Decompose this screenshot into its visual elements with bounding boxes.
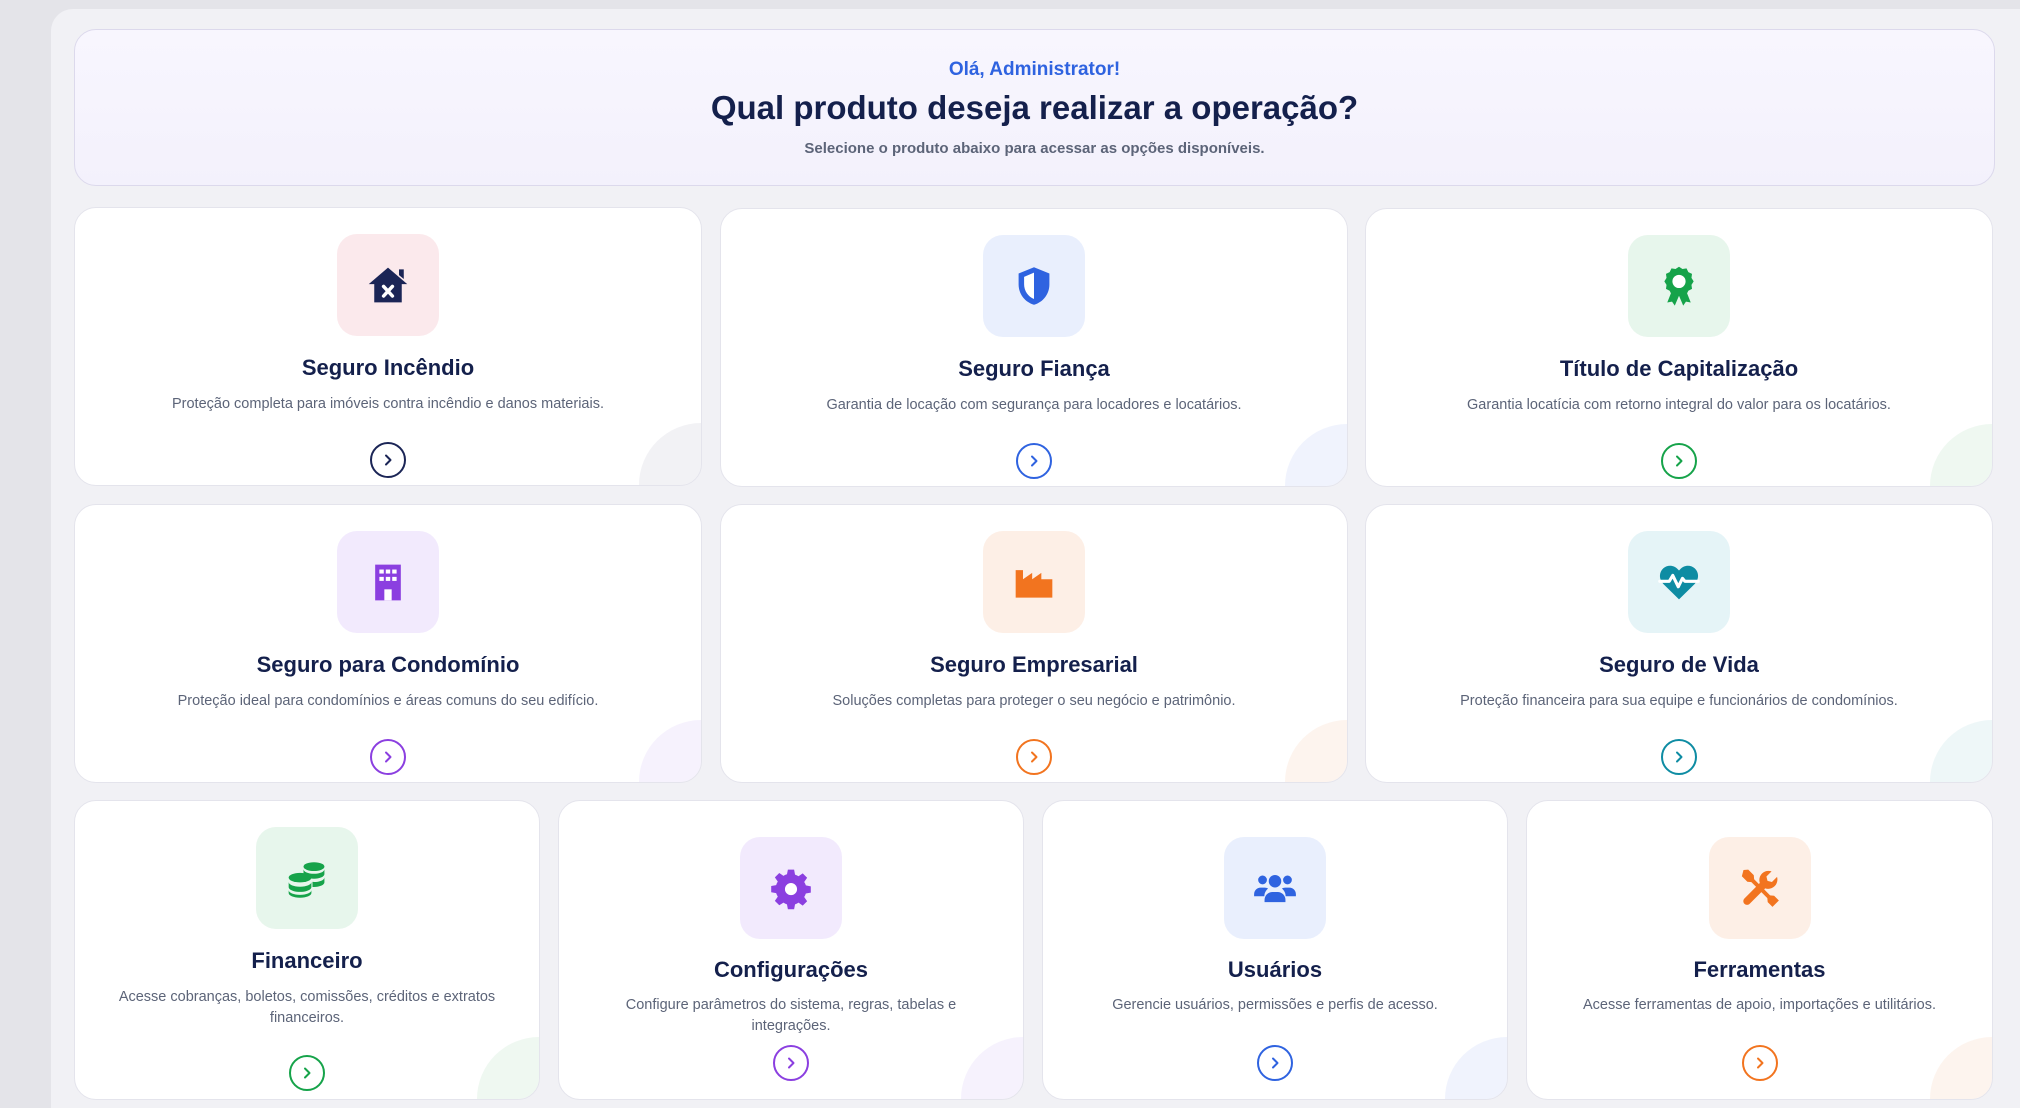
page-title: Qual produto deseja realizar a operação? [710, 89, 1359, 126]
card-description: Configure parâmetros do sistema, regras,… [625, 997, 957, 1034]
product-card-seguro-fianca[interactable]: Seguro Fiança Garantia de locação com se… [720, 208, 1348, 487]
product-card-seguro-incendio[interactable]: Seguro Incêndio Proteção completa para i… [74, 207, 702, 486]
card-description: Acesse ferramentas de apoio, importações… [1582, 997, 1936, 1013]
open-seguro-vida-button[interactable] [1661, 739, 1697, 775]
card-title: Seguro Empresarial [930, 652, 1138, 677]
chevron-right-icon [304, 1067, 311, 1079]
card-icon-box [256, 827, 358, 929]
chevron-right-icon [1676, 751, 1683, 763]
product-card-titulo-capitalizacao[interactable]: Título de Capitalização Garantia locatíc… [1365, 208, 1993, 487]
users-icon [1254, 874, 1296, 903]
chevron-right-icon [1756, 1057, 1763, 1069]
open-usuarios-button[interactable] [1257, 1045, 1293, 1081]
card-title: Usuários [1227, 957, 1323, 982]
greeting-text: Olá, Administrator! [948, 59, 1121, 80]
card-description: Proteção financeira para sua equipe e fu… [1460, 693, 1898, 709]
card-icon-box [337, 531, 439, 633]
house-fire-icon [368, 267, 408, 303]
open-titulo-capitalizacao-button[interactable] [1661, 443, 1697, 479]
heart-pulse-icon [1658, 565, 1700, 600]
card-decoration [639, 720, 701, 782]
card-description: Proteção ideal para condomínios e áreas … [177, 693, 599, 709]
open-configuracoes-button[interactable] [773, 1045, 809, 1081]
card-icon-box [983, 235, 1085, 337]
welcome-header: Olá, Administrator! Qual produto deseja … [74, 29, 1995, 186]
open-financeiro-button[interactable] [289, 1055, 325, 1091]
card-icon-box [1628, 235, 1730, 337]
card-icon-box [983, 531, 1085, 633]
card-title: Seguro Fiança [958, 356, 1110, 381]
card-decoration [1930, 720, 1992, 782]
open-seguro-incendio-button[interactable] [370, 442, 406, 478]
card-title: Seguro de Vida [1599, 652, 1759, 677]
card-decoration [1930, 1037, 1992, 1099]
open-seguro-empresarial-button[interactable] [1016, 739, 1052, 775]
card-decoration [1285, 720, 1347, 782]
card-decoration [1445, 1037, 1507, 1099]
card-description: Garantia locatícia com retorno integral … [1467, 397, 1891, 413]
open-ferramentas-button[interactable] [1741, 1045, 1778, 1081]
open-seguro-fianca-button[interactable] [1016, 443, 1052, 479]
card-description: Garantia de locação com segurança para l… [826, 397, 1242, 413]
tools-icon [1741, 869, 1779, 907]
card-title: Configurações [713, 957, 869, 982]
card-decoration [961, 1037, 1023, 1099]
product-card-configuracoes[interactable]: Configurações Configure parâmetros do si… [558, 800, 1024, 1100]
chevron-right-icon [385, 751, 392, 763]
product-card-usuarios[interactable]: Usuários Gerencie usuários, permissões e… [1042, 800, 1508, 1100]
chevron-right-icon [1676, 455, 1683, 467]
gear-icon [771, 869, 811, 910]
card-icon-box [1628, 531, 1730, 633]
open-seguro-condominio-button[interactable] [370, 739, 406, 775]
award-ribbon-icon [1664, 266, 1694, 306]
product-card-seguro-condominio[interactable]: Seguro para Condomínio Proteção ideal pa… [74, 504, 702, 783]
card-title: Seguro para Condomínio [256, 652, 520, 677]
chevron-right-icon [385, 454, 392, 466]
card-title: Seguro Incêndio [301, 355, 475, 380]
card-icon-box [740, 837, 842, 939]
card-title: Ferramentas [1693, 957, 1826, 982]
card-description: Soluções completas para proteger o seu n… [832, 693, 1236, 709]
factory-icon [1015, 570, 1053, 598]
card-title: Financeiro [251, 948, 363, 973]
building-icon [375, 564, 401, 601]
coins-icon [288, 862, 325, 898]
card-decoration [1285, 424, 1347, 486]
card-decoration [1930, 424, 1992, 486]
card-decoration [477, 1037, 539, 1099]
card-description: Acesse cobranças, boletos, comissões, cr… [118, 989, 496, 1026]
product-card-seguro-empresarial[interactable]: Seguro Empresarial Soluções completas pa… [720, 504, 1348, 783]
card-title: Título de Capitalização [1559, 356, 1799, 381]
chevron-right-icon [1031, 751, 1038, 763]
card-description: Gerencie usuários, permissões e perfis d… [1112, 997, 1438, 1013]
product-card-financeiro[interactable]: Financeiro Acesse cobranças, boletos, co… [74, 800, 540, 1100]
card-icon-box [1224, 837, 1326, 939]
product-card-ferramentas[interactable]: Ferramentas Acesse ferramentas de apoio,… [1526, 800, 1993, 1100]
card-icon-box [337, 234, 439, 336]
chevron-right-icon [1272, 1057, 1279, 1069]
card-description: Proteção completa para imóveis contra in… [171, 396, 604, 412]
product-card-seguro-vida[interactable]: Seguro de Vida Proteção financeira para … [1365, 504, 1993, 783]
chevron-right-icon [1031, 455, 1038, 467]
shield-icon [1018, 267, 1050, 305]
page-subtitle: Selecione o produto abaixo para acessar … [804, 140, 1265, 157]
card-icon-box [1708, 837, 1811, 939]
card-decoration [639, 423, 701, 485]
chevron-right-icon [788, 1057, 795, 1069]
